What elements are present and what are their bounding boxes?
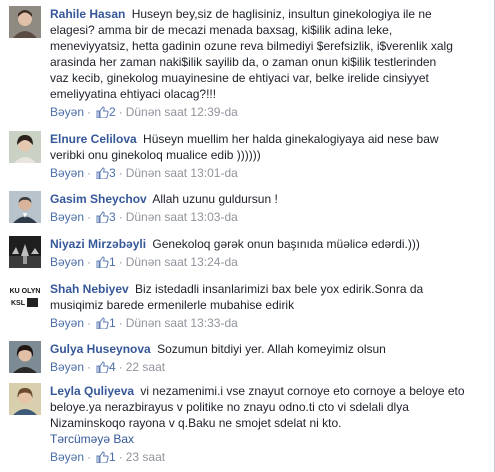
timestamp[interactable]: Dünən saat 13:01-da [126, 166, 238, 180]
like-count[interactable]: 1 [109, 450, 116, 464]
timestamp[interactable]: 22 saat [126, 360, 165, 374]
comment-actions: Bəyən · 1 · Dünən saat 13:24-da [50, 255, 238, 269]
comment-actions: Bəyən · 1 · Dünən saat 13:33-da [50, 316, 238, 330]
thumbs-up-icon[interactable] [96, 256, 109, 269]
comment-actions: Bəyən · 2 · Dünən saat 12:39-da [50, 105, 238, 119]
author-name[interactable]: Niyazi Mirzəbəyli [50, 237, 146, 251]
avatar[interactable] [9, 191, 41, 223]
thumbs-up-icon[interactable] [96, 106, 109, 119]
timestamp[interactable]: 23 saat [126, 450, 165, 464]
comment-text: Rahile Hasan Huseyn bey,siz de haglisini… [50, 7, 453, 101]
avatar[interactable] [9, 383, 41, 415]
comment-actions: Bəyən · 3 · Dünən saat 13:01-da [50, 166, 238, 180]
like-count[interactable]: 4 [109, 360, 116, 374]
thumbs-up-icon[interactable] [96, 451, 109, 464]
like-count[interactable]: 3 [109, 166, 116, 180]
author-name[interactable]: Shah Nebiyev [50, 282, 129, 296]
comment-text: Shah Nebiyev Biz istedadli insanlarimizi… [50, 282, 424, 312]
comment-actions: Bəyən · 4 · 22 saat [50, 360, 166, 374]
avatar-logo-text: KSL [11, 300, 26, 307]
avatar[interactable] [9, 341, 41, 373]
author-name[interactable]: Leyla Quliyeva [50, 384, 134, 398]
author-name[interactable]: Rahile Hasan [50, 7, 125, 21]
comment-actions: Bəyən · 1 · 23 saat [50, 450, 166, 464]
avatar[interactable] [9, 131, 41, 163]
author-name[interactable]: Gulya Huseynova [50, 342, 151, 356]
see-translation-link[interactable]: Tərcüməyə Bax [50, 431, 487, 447]
like-button[interactable]: Bəyən [50, 255, 84, 269]
comment-actions: Bəyən · 3 · Dünən saat 13:03-da [50, 210, 238, 224]
like-count[interactable]: 3 [109, 210, 116, 224]
avatar-logo-text: KU OLYN [10, 288, 41, 295]
avatar[interactable] [9, 236, 41, 268]
like-count[interactable]: 2 [109, 105, 116, 119]
timestamp[interactable]: Dünən saat 12:39-da [126, 105, 238, 119]
comment-text: Gasim Sheychov Allah uzunu guldursun ! [50, 192, 278, 206]
comment-text: Gulya Huseynova Sozumun bitdiyi yer. All… [50, 342, 386, 356]
like-button[interactable]: Bəyən [50, 166, 84, 180]
like-button[interactable]: Bəyən [50, 105, 84, 119]
thumbs-up-icon[interactable] [96, 167, 109, 180]
like-button[interactable]: Bəyən [50, 450, 84, 464]
like-count[interactable]: 1 [109, 316, 116, 330]
thumbs-up-icon[interactable] [96, 361, 109, 374]
timestamp[interactable]: Dünən saat 13:24-da [126, 255, 238, 269]
thumbs-up-icon[interactable] [96, 317, 109, 330]
author-name[interactable]: Elnure Celilova [50, 132, 137, 146]
comment-text: Leyla Quliyeva vi nezamenimi.i vse znayu… [50, 384, 465, 430]
thumbs-up-icon[interactable] [96, 211, 109, 224]
comment-text: Niyazi Mirzəbəyli Genekoloq gərək onun b… [50, 237, 420, 251]
timestamp[interactable]: Dünən saat 13:03-da [126, 210, 238, 224]
like-button[interactable]: Bəyən [50, 316, 84, 330]
timestamp[interactable]: Dünən saat 13:33-da [126, 316, 238, 330]
like-button[interactable]: Bəyən [50, 210, 84, 224]
comment-text: Elnure Celilova Hüseyn muellim her halda… [50, 132, 439, 162]
like-button[interactable]: Bəyən [50, 360, 84, 374]
avatar[interactable]: KU OLYN KSL [9, 281, 41, 313]
like-count[interactable]: 1 [109, 255, 116, 269]
avatar[interactable] [9, 6, 41, 38]
author-name[interactable]: Gasim Sheychov [50, 192, 147, 206]
